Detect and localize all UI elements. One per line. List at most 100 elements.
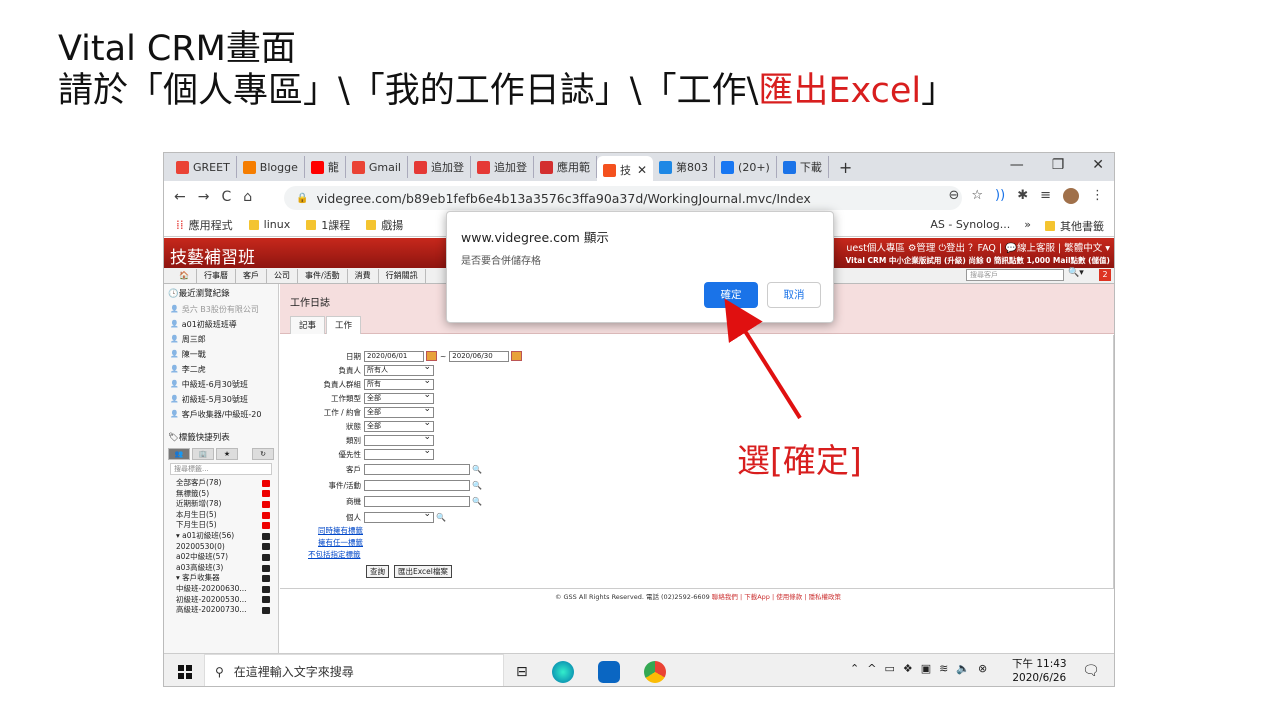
menu-item[interactable]: 事件/活動 <box>298 268 348 283</box>
category-select[interactable] <box>364 433 434 446</box>
tag-item[interactable]: ▾ a01初級班(56) <box>164 531 278 542</box>
recent-item[interactable]: 👤 陳一戰 <box>164 347 278 362</box>
home-icon[interactable]: ⌂ <box>243 189 252 205</box>
query-button[interactable]: 查詢 <box>366 565 389 578</box>
tag-link-exclude[interactable]: 不包括指定標籤 <box>308 549 361 560</box>
media-icon[interactable]: ≡ <box>1040 188 1051 204</box>
browser-tab[interactable]: 應用範 <box>534 156 597 178</box>
cancel-button[interactable]: 取消 <box>767 282 821 308</box>
browser-tab[interactable]: 技 ✕ <box>596 156 654 184</box>
chrome-icon[interactable] <box>643 661 666 683</box>
display-icon[interactable]: ▣ <box>921 662 931 675</box>
tag-link-any[interactable]: 擁有任一標籤 <box>318 537 363 548</box>
tag-item[interactable]: 下月生日(5) <box>164 520 278 531</box>
bookmark-apps[interactable]: ⁞⁞ 應用程式 <box>176 217 233 233</box>
maximize-icon[interactable]: ❐ <box>1052 157 1065 173</box>
menu-item[interactable]: 行銷關訊 <box>379 268 426 283</box>
recent-item[interactable]: 👤 吳六 B3股份有限公司 <box>164 302 278 317</box>
recent-item[interactable]: 👤 周三郎 <box>164 332 278 347</box>
date-from-input[interactable]: 2020/06/01 <box>364 350 424 362</box>
person-select[interactable] <box>364 510 434 523</box>
tag-item[interactable]: 無標籤(5) <box>164 489 278 500</box>
tab-notes[interactable]: 記事 <box>290 316 326 334</box>
recent-item[interactable]: 👤 客戶收集器/中級班-20 <box>164 407 278 422</box>
bookmark-drama[interactable]: 戲揚 <box>366 217 403 233</box>
avatar[interactable] <box>1063 188 1079 204</box>
tag-item[interactable]: a02中級班(57) <box>164 552 278 563</box>
wifi-icon[interactable]: ≋ <box>939 662 948 675</box>
notification-icon[interactable]: 🗨 <box>1082 663 1100 679</box>
tag-item[interactable]: ▾ 客戶收集器 <box>164 573 278 584</box>
browser-tab[interactable]: 下載 <box>777 156 829 178</box>
browser-tab[interactable]: 追加登 <box>408 156 471 178</box>
type-select[interactable]: 全部 <box>364 391 434 404</box>
recent-item[interactable]: 👤 初級班-5月30號班 <box>164 392 278 407</box>
reload-icon[interactable]: C <box>221 189 231 205</box>
notification-badge[interactable]: 2 <box>1099 269 1111 281</box>
close-window-icon[interactable]: ✕ <box>1092 157 1104 173</box>
menu-item[interactable]: 消費 <box>348 268 379 283</box>
tab-work[interactable]: 工作 <box>326 316 362 334</box>
browser-tab[interactable]: (20+) <box>715 156 777 178</box>
owner-select[interactable]: 所有人 <box>364 363 434 376</box>
dropbox-icon[interactable]: ❖ <box>903 662 913 675</box>
close-tab-icon[interactable]: ✕ <box>637 163 647 177</box>
tag-link-all[interactable]: 同時擁有標籤 <box>318 525 363 536</box>
tag-item[interactable]: 20200530(0) <box>164 542 278 553</box>
refresh-icon[interactable]: ↻ <box>252 448 274 460</box>
recent-item[interactable]: 👤 李二虎 <box>164 362 278 377</box>
back-icon[interactable]: ← <box>174 189 186 205</box>
search-icon[interactable]: 🔍▾ <box>1068 268 1084 278</box>
status-select[interactable]: 全部 <box>364 419 434 432</box>
bookmark-other[interactable]: 其他書籤 <box>1045 218 1104 234</box>
star-icon[interactable]: ☆ <box>971 188 983 204</box>
volume-icon[interactable]: 🔈 <box>956 662 970 675</box>
edge-icon[interactable] <box>551 661 574 683</box>
clock[interactable]: 下午 11:43 2020/6/26 <box>1012 657 1067 685</box>
recent-item[interactable]: 👤 中級班-6月30號班 <box>164 377 278 392</box>
error-icon[interactable]: ⊗ <box>978 662 987 675</box>
search-icon[interactable]: 🔍 <box>472 497 482 506</box>
customer-search-input[interactable]: 搜尋客戶 <box>966 269 1064 281</box>
browser-tab[interactable]: Gmail <box>346 156 408 178</box>
bookmark-linux[interactable]: linux <box>248 218 290 231</box>
minimize-icon[interactable]: — <box>1010 157 1024 173</box>
tag-item[interactable]: 近期新增(78) <box>164 499 278 510</box>
product-input[interactable] <box>364 495 470 507</box>
date-to-input[interactable]: 2020/06/30 <box>449 350 510 362</box>
customer-input[interactable] <box>364 463 470 475</box>
bookmark-course[interactable]: 1課程 <box>306 217 350 233</box>
star-icon[interactable]: ★ <box>216 448 238 460</box>
menu-item[interactable]: 行事曆 <box>197 268 236 283</box>
forward-icon[interactable]: → <box>198 189 210 205</box>
export-excel-button[interactable]: 匯出Excel檔案 <box>394 565 452 578</box>
menu-kebab-icon[interactable]: ⋮ <box>1091 188 1104 204</box>
taskbar-search[interactable]: ⚲ 在這裡輸入文字來搜尋 <box>204 654 504 686</box>
browser-tab[interactable]: 第803 <box>653 156 716 178</box>
menu-item[interactable]: 公司 <box>267 268 298 283</box>
footer-links[interactable]: 聯絡我們 | 下載App | 使用條款 | 隱私權政策 <box>712 593 841 601</box>
zoom-icon[interactable]: ⊖ <box>948 188 959 204</box>
crm-logo[interactable]: 技藝補習班 <box>170 243 255 268</box>
menu-item[interactable]: 🏠 <box>172 268 197 283</box>
menu-item[interactable]: 客戶 <box>236 268 267 283</box>
new-tab-button[interactable]: + <box>829 158 862 177</box>
tag-search-input[interactable]: 搜尋標籤... <box>170 463 272 475</box>
bookmark-synology[interactable]: AS - Synolog... <box>930 218 1010 234</box>
scroll-icon[interactable]: ⌃ <box>850 662 859 675</box>
tag-item[interactable]: 高級班-20200730... <box>164 605 278 616</box>
extension-icon[interactable]: )) <box>995 188 1005 204</box>
app-u-icon[interactable] <box>597 661 620 683</box>
tag-item[interactable]: 全部客戶(78) <box>164 478 278 489</box>
search-icon[interactable]: 🔍 <box>436 513 446 522</box>
tag-item[interactable]: 本月生日(5) <box>164 510 278 521</box>
tag-item[interactable]: 初級班-20200530... <box>164 595 278 606</box>
owner-group-select[interactable]: 所有 <box>364 377 434 390</box>
ok-button[interactable]: 確定 <box>704 282 758 308</box>
tag-item[interactable]: a03高級班(3) <box>164 563 278 574</box>
chevron-up-icon[interactable]: ^ <box>867 662 876 675</box>
event-input[interactable] <box>364 479 470 491</box>
recent-item[interactable]: 👤 a01初級班班導 <box>164 317 278 332</box>
tag-item[interactable]: 中級班-20200630... <box>164 584 278 595</box>
browser-tab[interactable]: Blogge <box>237 156 305 178</box>
